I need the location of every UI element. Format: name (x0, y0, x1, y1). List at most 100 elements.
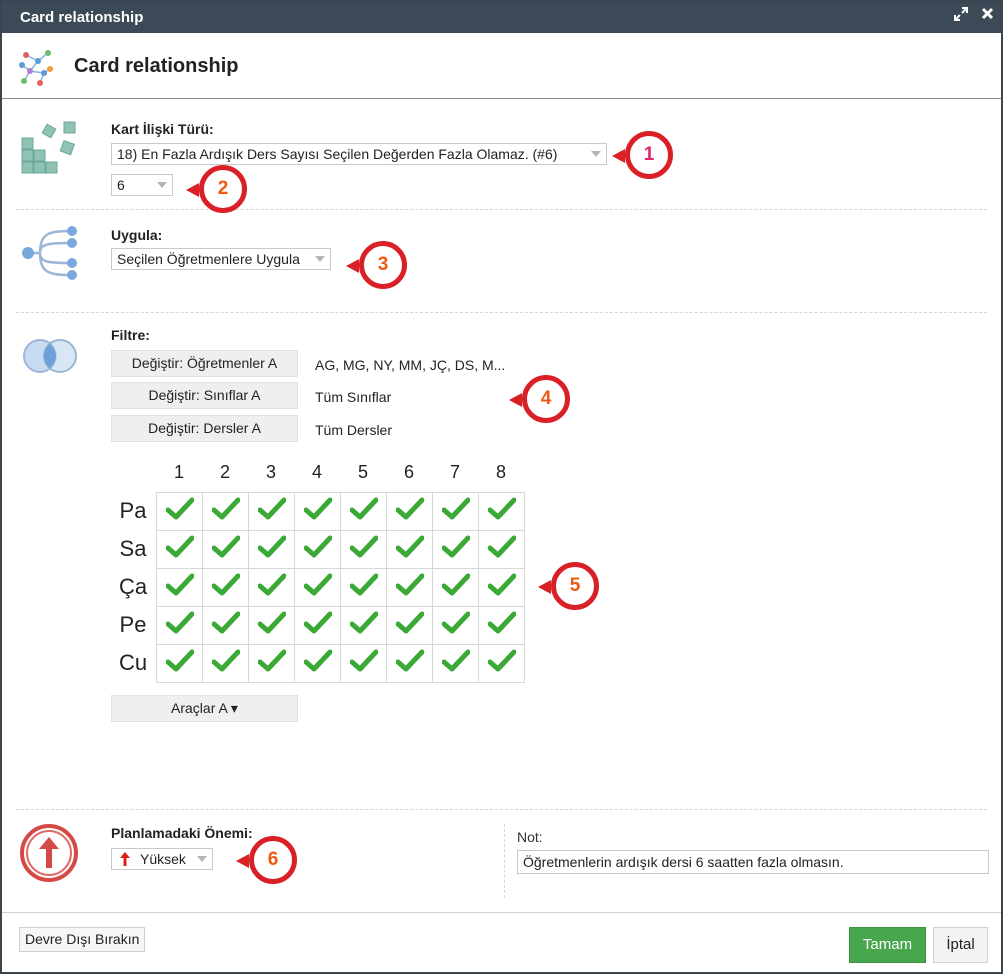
change-subjects-button[interactable]: Değiştir: Dersler A (111, 415, 298, 442)
close-icon[interactable] (978, 7, 996, 25)
checkmark-icon (395, 573, 424, 596)
grid-cell[interactable] (386, 492, 433, 531)
vertical-divider (504, 824, 505, 898)
checkmark-icon (165, 535, 194, 558)
checkmark-icon (487, 497, 516, 520)
chevron-down-icon (157, 182, 167, 188)
checkmark-icon (395, 535, 424, 558)
grid-cell[interactable] (156, 606, 203, 645)
grid-cell[interactable] (248, 530, 295, 569)
grid-cell[interactable] (202, 644, 249, 683)
importance-label: Planlamadaki Önemi: (111, 825, 253, 841)
grid-column-header[interactable]: 4 (294, 462, 340, 483)
grid-column-header[interactable]: 1 (156, 462, 202, 483)
title-bar: Card relationship (2, 2, 1001, 33)
grid-column-header[interactable]: 3 (248, 462, 294, 483)
checkmark-icon (349, 497, 378, 520)
change-teachers-button[interactable]: Değiştir: Öğretmenler A (111, 350, 298, 377)
grid-cell[interactable] (478, 606, 525, 645)
checkmark-icon (257, 649, 286, 672)
checkmark-icon (303, 535, 332, 558)
grid-cell[interactable] (248, 568, 295, 607)
subjects-filter-value: Tüm Dersler (315, 422, 393, 438)
grid-cell[interactable] (202, 492, 249, 531)
grid-cell[interactable] (248, 606, 295, 645)
grid-cell[interactable] (478, 492, 525, 531)
checkmark-icon (211, 573, 240, 596)
checkmark-icon (211, 611, 240, 634)
maximize-icon[interactable] (952, 7, 970, 25)
grid-cell[interactable] (294, 644, 341, 683)
checkmark-icon (257, 611, 286, 634)
grid-cell[interactable] (432, 568, 479, 607)
relation-count-select[interactable]: 6 (111, 174, 173, 196)
checkmark-icon (303, 649, 332, 672)
chevron-down-icon (591, 151, 601, 157)
grid-row-header[interactable]: Sa (113, 536, 153, 562)
checkmark-icon (487, 611, 516, 634)
grid-cell[interactable] (432, 606, 479, 645)
grid-cell[interactable] (340, 492, 387, 531)
importance-value: Yüksek (140, 851, 186, 867)
relation-type-label: Kart İlişki Türü: (111, 121, 214, 137)
checkmark-icon (441, 535, 470, 558)
grid-cell[interactable] (202, 606, 249, 645)
grid-cell[interactable] (294, 606, 341, 645)
grid-cell[interactable] (294, 568, 341, 607)
grid-cell[interactable] (340, 644, 387, 683)
grid-cell[interactable] (386, 530, 433, 569)
grid-cell[interactable] (202, 568, 249, 607)
checkmark-icon (257, 497, 286, 520)
note-field[interactable]: Öğretmenlerin ardışık dersi 6 saatten fa… (517, 850, 989, 874)
grid-row (156, 644, 525, 683)
grid-cell[interactable] (432, 530, 479, 569)
importance-select[interactable]: Yüksek (111, 848, 213, 870)
cancel-button[interactable]: İptal (933, 927, 988, 963)
relation-type-select[interactable]: 18) En Fazla Ardışık Ders Sayısı Seçilen… (111, 143, 607, 165)
grid-row-header[interactable]: Ça (113, 574, 153, 600)
grid-cell[interactable] (432, 644, 479, 683)
grid-column-header[interactable]: 8 (478, 462, 524, 483)
grid-column-header[interactable]: 2 (202, 462, 248, 483)
callout-5: 5 (538, 562, 599, 610)
chevron-down-icon (197, 856, 207, 862)
grid-row-header[interactable]: Pa (113, 498, 153, 524)
grid-cell[interactable] (202, 530, 249, 569)
time-slot-grid (156, 492, 525, 683)
grid-cell[interactable] (478, 568, 525, 607)
grid-cell[interactable] (156, 568, 203, 607)
grid-row-header[interactable]: Cu (113, 650, 153, 676)
grid-cell[interactable] (294, 492, 341, 531)
grid-row-header[interactable]: Pe (113, 612, 153, 638)
change-classes-button[interactable]: Değiştir: Sınıflar A (111, 382, 298, 409)
grid-cell[interactable] (340, 606, 387, 645)
dialog-header: Card relationship (2, 33, 1001, 99)
grid-cell[interactable] (432, 492, 479, 531)
relationship-network-icon (16, 47, 56, 92)
grid-column-header[interactable]: 7 (432, 462, 478, 483)
checkmark-icon (165, 573, 194, 596)
grid-cell[interactable] (386, 568, 433, 607)
grid-cell[interactable] (248, 644, 295, 683)
grid-cell[interactable] (294, 530, 341, 569)
grid-cell[interactable] (478, 644, 525, 683)
grid-cell[interactable] (156, 644, 203, 683)
callout-2: 2 (186, 165, 247, 213)
grid-cell[interactable] (248, 492, 295, 531)
checkmark-icon (349, 535, 378, 558)
grid-column-header[interactable]: 5 (340, 462, 386, 483)
grid-cell[interactable] (386, 606, 433, 645)
grid-column-header[interactable]: 6 (386, 462, 432, 483)
grid-cell[interactable] (386, 644, 433, 683)
checkmark-icon (441, 573, 470, 596)
apply-select[interactable]: Seçilen Öğretmenlere Uygula (111, 248, 331, 270)
grid-cell[interactable] (156, 530, 203, 569)
grid-cell[interactable] (156, 492, 203, 531)
grid-cell[interactable] (340, 530, 387, 569)
grid-cell[interactable] (478, 530, 525, 569)
tools-dropdown-button[interactable]: Araçlar A ▾ (111, 695, 298, 722)
disable-button[interactable]: Devre Dışı Bırakın (19, 927, 146, 952)
ok-button[interactable]: Tamam (849, 927, 926, 963)
checkmark-icon (165, 611, 194, 634)
grid-cell[interactable] (340, 568, 387, 607)
